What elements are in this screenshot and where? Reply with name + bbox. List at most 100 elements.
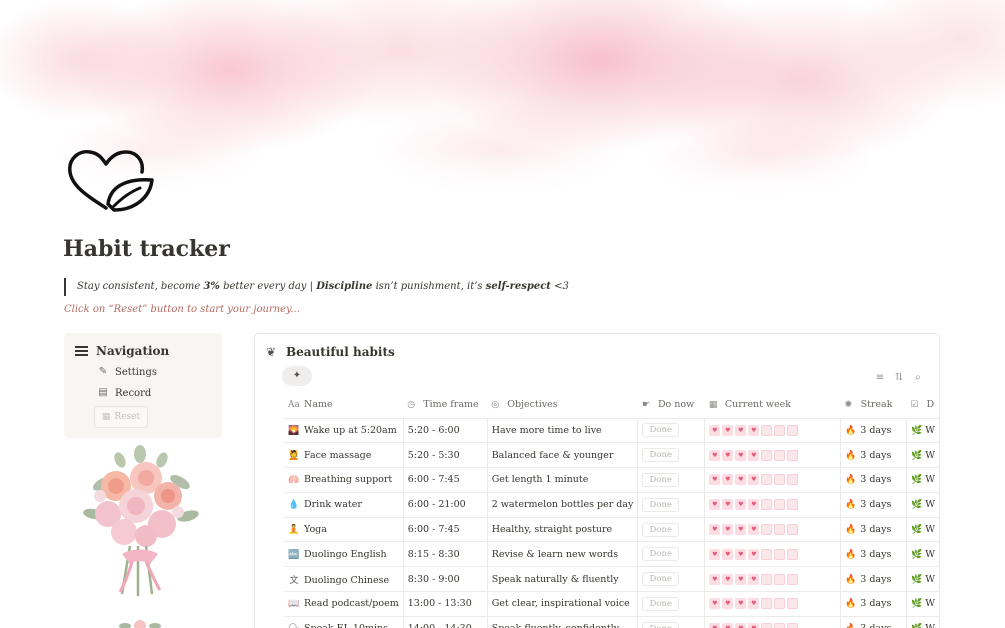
week-day-heart-icon[interactable]: ♥ <box>774 598 786 610</box>
week-day-heart-icon[interactable]: ♥ <box>709 548 721 560</box>
table-row[interactable]: 💆 Face massage 5:20 - 5:30 Balanced face & … <box>284 442 939 469</box>
week-day-heart-icon[interactable]: ♥ <box>761 449 773 461</box>
last-cell[interactable]: 🌿W <box>906 566 939 593</box>
week-day-heart-icon[interactable]: ♥ <box>761 474 773 486</box>
column-header-time-frame[interactable]: ◷ Time frame <box>403 392 488 419</box>
column-header-streak[interactable]: ✺ Streak <box>840 392 907 419</box>
week-day-heart-icon[interactable]: ♥ <box>735 598 747 610</box>
table-row[interactable]: 🗣 Speak EL 10mins 14:00 - 14:30 Speak fluen… <box>284 616 939 628</box>
habit-name-cell[interactable]: 🫁 Breathing support <box>284 467 404 493</box>
week-day-heart-icon[interactable]: ♥ <box>722 598 734 610</box>
week-day-heart-icon[interactable]: ♥ <box>787 449 799 461</box>
habit-name-cell[interactable]: 文 Duolingo Chinese <box>284 566 404 593</box>
week-day-heart-icon[interactable]: ♥ <box>735 449 747 461</box>
week-day-heart-icon[interactable]: ♥ <box>748 499 760 511</box>
objective-cell[interactable]: Balanced face & younger <box>487 442 639 469</box>
week-day-heart-icon[interactable]: ♥ <box>761 573 773 585</box>
week-day-heart-icon[interactable]: ♥ <box>748 598 760 610</box>
time-frame-cell[interactable]: 6:00 - 21:00 <box>403 492 488 518</box>
habit-name-cell[interactable]: 🧘 Yoga <box>284 517 404 543</box>
week-day-heart-icon[interactable]: ♥ <box>735 573 747 585</box>
week-day-heart-icon[interactable]: ♥ <box>722 573 734 585</box>
last-cell[interactable]: 🌿W <box>906 591 939 617</box>
current-week-cell[interactable]: ♥♥♥♥♥♥♥ <box>704 492 842 518</box>
week-day-heart-icon[interactable]: ♥ <box>735 474 747 486</box>
week-day-heart-icon[interactable]: ♥ <box>709 623 721 628</box>
week-day-heart-icon[interactable]: ♥ <box>787 499 799 511</box>
week-day-heart-icon[interactable]: ♥ <box>709 499 721 511</box>
habit-name-cell[interactable]: 🔤 Duolingo English <box>284 541 404 568</box>
table-row[interactable]: 🧘 Yoga 6:00 - 7:45 Healthy, straight postur… <box>284 517 939 543</box>
week-day-heart-icon[interactable]: ♥ <box>787 548 799 560</box>
table-row[interactable]: 🫁 Breathing support 6:00 - 7:45 Get length … <box>284 467 939 493</box>
nav-item-settings[interactable]: ✎ Settings <box>96 366 157 378</box>
filter-icon[interactable]: ≡ <box>875 372 885 383</box>
database-title[interactable]: Beautiful habits <box>286 345 395 359</box>
streak-cell[interactable]: 🔥3 days <box>840 517 907 543</box>
objective-cell[interactable]: Speak fluently, confidently <box>487 616 639 628</box>
objective-cell[interactable]: 2 watermelon bottles per day <box>487 492 639 518</box>
week-day-heart-icon[interactable]: ♥ <box>787 524 799 536</box>
time-frame-cell[interactable]: 6:00 - 7:45 <box>403 467 488 493</box>
streak-cell[interactable]: 🔥3 days <box>840 442 907 469</box>
time-frame-cell[interactable]: 13:00 - 13:30 <box>403 591 488 617</box>
week-day-heart-icon[interactable]: ♥ <box>722 449 734 461</box>
streak-cell[interactable]: 🔥3 days <box>840 541 907 568</box>
current-week-cell[interactable]: ♥♥♥♥♥♥♥ <box>704 591 842 617</box>
week-day-heart-icon[interactable]: ♥ <box>774 424 786 436</box>
time-frame-cell[interactable]: 6:00 - 7:45 <box>403 517 488 543</box>
week-day-heart-icon[interactable]: ♥ <box>735 623 747 628</box>
done-button[interactable]: Done <box>642 497 679 512</box>
table-row[interactable]: 🌄 Wake up at 5:20am 5:20 - 6:00 Have more t… <box>284 418 939 444</box>
objective-cell[interactable]: Get length 1 minute <box>487 467 639 493</box>
week-day-heart-icon[interactable]: ♥ <box>735 548 747 560</box>
habit-name-cell[interactable]: 💧 Drink water <box>284 492 404 518</box>
week-day-heart-icon[interactable]: ♥ <box>709 524 721 536</box>
table-row[interactable]: 🔤 Duolingo English 8:15 - 8:30 Revise & lea… <box>284 541 939 568</box>
week-day-heart-icon[interactable]: ♥ <box>774 449 786 461</box>
streak-cell[interactable]: 🔥3 days <box>840 616 907 628</box>
week-day-heart-icon[interactable]: ♥ <box>709 449 721 461</box>
habit-name-cell[interactable]: 💆 Face massage <box>284 442 404 469</box>
week-day-heart-icon[interactable]: ♥ <box>774 573 786 585</box>
last-cell[interactable]: 🌿W <box>906 492 939 518</box>
objective-cell[interactable]: Revise & learn new words <box>487 541 639 568</box>
week-day-heart-icon[interactable]: ♥ <box>787 598 799 610</box>
current-week-cell[interactable]: ♥♥♥♥♥♥♥ <box>704 418 842 444</box>
done-button[interactable]: Done <box>642 448 679 463</box>
week-day-heart-icon[interactable]: ♥ <box>761 548 773 560</box>
done-button[interactable]: Done <box>642 572 679 587</box>
week-day-heart-icon[interactable]: ♥ <box>709 573 721 585</box>
week-day-heart-icon[interactable]: ♥ <box>774 474 786 486</box>
column-header-current-week[interactable]: ▦ Current week <box>704 392 841 419</box>
week-day-heart-icon[interactable]: ♥ <box>748 474 760 486</box>
week-day-heart-icon[interactable]: ♥ <box>735 499 747 511</box>
week-day-heart-icon[interactable]: ♥ <box>761 524 773 536</box>
heart-leaf-icon[interactable] <box>64 144 156 216</box>
current-week-cell[interactable]: ♥♥♥♥♥♥♥ <box>704 616 842 628</box>
done-button[interactable]: Done <box>642 596 679 611</box>
week-day-heart-icon[interactable]: ♥ <box>761 499 773 511</box>
week-day-heart-icon[interactable]: ♥ <box>722 424 734 436</box>
week-day-heart-icon[interactable]: ♥ <box>787 623 799 628</box>
week-day-heart-icon[interactable]: ♥ <box>787 573 799 585</box>
week-day-heart-icon[interactable]: ♥ <box>709 474 721 486</box>
streak-cell[interactable]: 🔥3 days <box>840 418 907 444</box>
done-button[interactable]: Done <box>642 472 679 487</box>
streak-cell[interactable]: 🔥3 days <box>840 492 907 518</box>
week-day-heart-icon[interactable]: ♥ <box>774 623 786 628</box>
objective-cell[interactable]: Get clear, inspirational voice <box>487 591 639 617</box>
done-button[interactable]: Done <box>642 423 679 438</box>
done-button[interactable]: Done <box>642 547 679 562</box>
week-day-heart-icon[interactable]: ♥ <box>722 548 734 560</box>
week-day-heart-icon[interactable]: ♥ <box>722 499 734 511</box>
week-day-heart-icon[interactable]: ♥ <box>761 623 773 628</box>
time-frame-cell[interactable]: 5:20 - 5:30 <box>403 442 488 469</box>
table-row[interactable]: 文 Duolingo Chinese 8:30 - 9:00 Speak natura… <box>284 566 939 593</box>
week-day-heart-icon[interactable]: ♥ <box>722 474 734 486</box>
week-day-heart-icon[interactable]: ♥ <box>748 573 760 585</box>
week-day-heart-icon[interactable]: ♥ <box>722 524 734 536</box>
week-day-heart-icon[interactable]: ♥ <box>735 524 747 536</box>
week-day-heart-icon[interactable]: ♥ <box>774 524 786 536</box>
column-header-do-now[interactable]: ☛ Do now <box>637 392 705 419</box>
